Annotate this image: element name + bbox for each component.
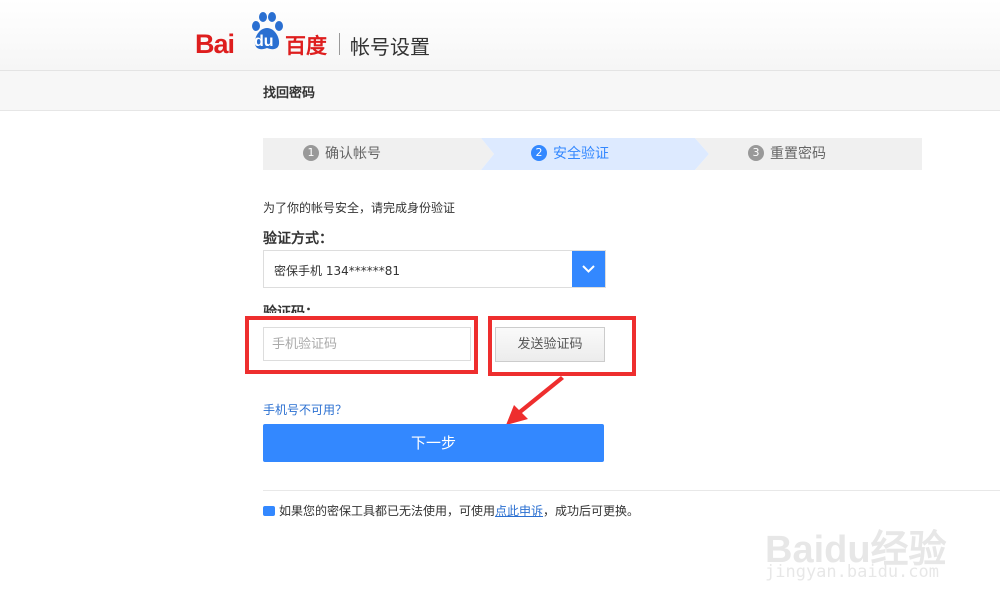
page-title: 帐号设置 — [350, 35, 430, 59]
next-step-button[interactable]: 下一步 — [263, 424, 604, 462]
step-number: 1 — [303, 145, 319, 161]
progress-steps: 1 确认帐号 2 安全验证 3 重置密码 — [263, 138, 922, 170]
section-title: 找回密码 — [263, 86, 316, 101]
chevron-down-icon — [582, 265, 595, 273]
verify-tip: 为了你的帐号安全，请完成身份验证 — [263, 201, 456, 215]
annotation-box-button — [488, 316, 636, 376]
annotation-arrow-icon — [506, 376, 564, 425]
step-security-verify: 2 安全验证 — [531, 138, 609, 170]
step-number: 2 — [531, 145, 547, 161]
appeal-tip: 如果您的密保工具都已无法使用，可使用点此申诉，成功后可更换。 — [263, 502, 639, 519]
appeal-tip-before: 如果您的密保工具都已无法使用，可使用 — [279, 504, 496, 518]
header-divider — [339, 33, 340, 55]
step-label: 重置密码 — [770, 146, 826, 162]
code-label: 验证码： — [263, 305, 319, 313]
divider — [263, 490, 1000, 491]
logo-chinese-text: 百度 — [285, 34, 327, 58]
step-label: 安全验证 — [553, 146, 609, 162]
chat-bubble-icon — [263, 505, 275, 516]
dropdown-button[interactable] — [572, 251, 605, 287]
step-reset-password: 3 重置密码 — [748, 138, 826, 170]
method-label: 验证方式： — [263, 231, 333, 247]
section-bar: 找回密码 — [0, 71, 1000, 111]
appeal-link[interactable]: 点此申诉 — [495, 504, 543, 518]
top-header: Bai du 百度 帐号设置 — [0, 0, 1000, 71]
step-confirm-account: 1 确认帐号 — [303, 138, 381, 170]
logo-du-text: du — [254, 33, 274, 50]
phone-unavailable-link[interactable]: 手机号不可用？ — [263, 401, 347, 418]
appeal-tip-after: ，成功后可更换。 — [543, 504, 640, 518]
watermark-url: jingyan.baidu.com — [765, 562, 939, 582]
method-selected-value: 密保手机 134******81 — [274, 264, 400, 278]
step-label: 确认帐号 — [325, 146, 381, 162]
method-select[interactable]: 密保手机 134******81 — [263, 250, 606, 288]
logo-bai-text: Bai — [195, 29, 235, 59]
step-number: 3 — [748, 145, 764, 161]
baidu-jingyan-watermark: Baidu经验 jingyan.baidu.com — [765, 498, 1000, 603]
annotation-box-input — [245, 316, 478, 374]
